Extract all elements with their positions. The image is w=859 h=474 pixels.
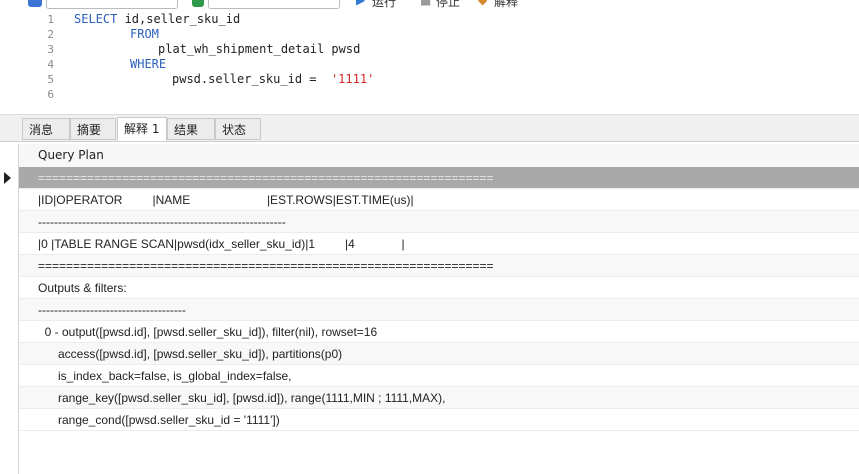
db-select-dropdown[interactable] — [46, 0, 178, 9]
table-row[interactable]: 0 - output([pwsd.id], [pwsd.seller_sku_i… — [19, 321, 859, 343]
table-cell: range_cond([pwsd.seller_sku_id = '1111']… — [38, 413, 280, 427]
table-row[interactable]: ========================================… — [19, 255, 859, 277]
code-line-2[interactable]: FROM — [130, 27, 159, 42]
table-cell: ----------------------------------------… — [38, 215, 286, 229]
column-header-query-plan[interactable]: Query Plan — [19, 144, 859, 168]
column-header-label: Query Plan — [38, 148, 104, 162]
stop-button[interactable]: 停止 — [436, 0, 460, 9]
tab-explain-1[interactable]: 解释 1 — [117, 117, 167, 141]
current-row-indicator — [0, 167, 18, 189]
sql-condition: pwsd.seller_sku_id = — [172, 72, 324, 86]
table-row[interactable]: |ID|OPERATOR |NAME |EST.ROWS|EST.TIME(us… — [19, 189, 859, 211]
explain-icon[interactable]: ◆ — [478, 0, 487, 7]
code-line-4[interactable]: WHERE — [130, 57, 166, 72]
table-row[interactable]: ========================================… — [19, 167, 859, 189]
new-tab-icon[interactable] — [28, 0, 42, 7]
sql-keyword: FROM — [130, 27, 159, 41]
run-icon[interactable]: ▶ — [356, 0, 365, 7]
table-cell: |0 |TABLE RANGE SCAN|pwsd(idx_seller_sku… — [38, 237, 405, 251]
line-number-gutter: 1 2 3 4 5 6 — [0, 9, 60, 113]
table-cell: Outputs & filters: — [38, 281, 127, 295]
table-row[interactable]: ------------------------------------- — [19, 299, 859, 321]
line-number: 2 — [47, 28, 54, 41]
table-row[interactable]: range_key([pwsd.seller_sku_id], [pwsd.id… — [19, 387, 859, 409]
table-row[interactable]: |0 |TABLE RANGE SCAN|pwsd(idx_seller_sku… — [19, 233, 859, 255]
code-line-5[interactable]: pwsd.seller_sku_id = '1111' — [172, 72, 374, 87]
current-row-arrow-icon — [4, 172, 11, 184]
line-number: 1 — [47, 13, 54, 26]
sql-table: plat_wh_shipment_detail pwsd — [158, 42, 361, 56]
run-button[interactable]: 运行 — [372, 0, 396, 9]
table-cell: 0 - output([pwsd.id], [pwsd.seller_sku_i… — [38, 325, 378, 339]
tab-summary[interactable]: 摘要 — [70, 118, 116, 140]
table-row[interactable]: ----------------------------------------… — [19, 211, 859, 233]
schema-select-dropdown[interactable] — [208, 0, 340, 9]
table-row[interactable]: range_cond([pwsd.seller_sku_id = '1111']… — [19, 409, 859, 431]
query-plan-grid[interactable]: Query Plan =============================… — [18, 144, 859, 474]
line-number: 4 — [47, 58, 54, 71]
stop-icon[interactable]: ■ — [420, 0, 431, 7]
sql-keyword: SELECT — [74, 12, 118, 26]
table-cell: access([pwsd.id], [pwsd.seller_sku_id]),… — [38, 347, 343, 361]
explain-button[interactable]: 解释 — [494, 0, 518, 9]
row-indicator-strip — [0, 144, 18, 474]
code-line-3[interactable]: plat_wh_shipment_detail pwsd — [158, 42, 360, 57]
toolbar: ▶ 运行 ■ 停止 ◆ 解释 — [0, 0, 859, 9]
line-number: 5 — [47, 73, 54, 86]
sql-editor[interactable]: 1 2 3 4 5 6 SELECT id,seller_sku_id FROM… — [0, 9, 859, 113]
table-row[interactable]: is_index_back=false, is_global_index=fal… — [19, 365, 859, 387]
line-number: 3 — [47, 43, 54, 56]
table-cell: ------------------------------------- — [38, 303, 186, 317]
sql-string-literal: '1111' — [330, 72, 375, 86]
tab-messages[interactable]: 消息 — [22, 118, 70, 140]
table-row[interactable]: access([pwsd.id], [pwsd.seller_sku_id]),… — [19, 343, 859, 365]
tab-status[interactable]: 状态 — [215, 118, 261, 140]
result-tabs: 消息 摘要 解释 1 结果 1 状态 — [0, 114, 859, 159]
table-cell: |ID|OPERATOR |NAME |EST.ROWS|EST.TIME(us… — [38, 193, 414, 207]
line-number: 6 — [47, 88, 54, 101]
table-cell: ========================================… — [38, 259, 494, 273]
table-cell: range_key([pwsd.seller_sku_id], [pwsd.id… — [38, 391, 446, 405]
schema-icon[interactable] — [192, 0, 204, 7]
table-row[interactable]: Outputs & filters: — [19, 277, 859, 299]
sql-keyword: WHERE — [130, 57, 167, 71]
sql-columns: id,seller_sku_id — [117, 12, 241, 26]
tab-result-1[interactable]: 结果 1 — [167, 118, 215, 159]
table-cell: is_index_back=false, is_global_index=fal… — [38, 369, 292, 383]
table-cell: ========================================… — [38, 171, 494, 185]
code-line-1[interactable]: SELECT id,seller_sku_id — [74, 12, 240, 27]
